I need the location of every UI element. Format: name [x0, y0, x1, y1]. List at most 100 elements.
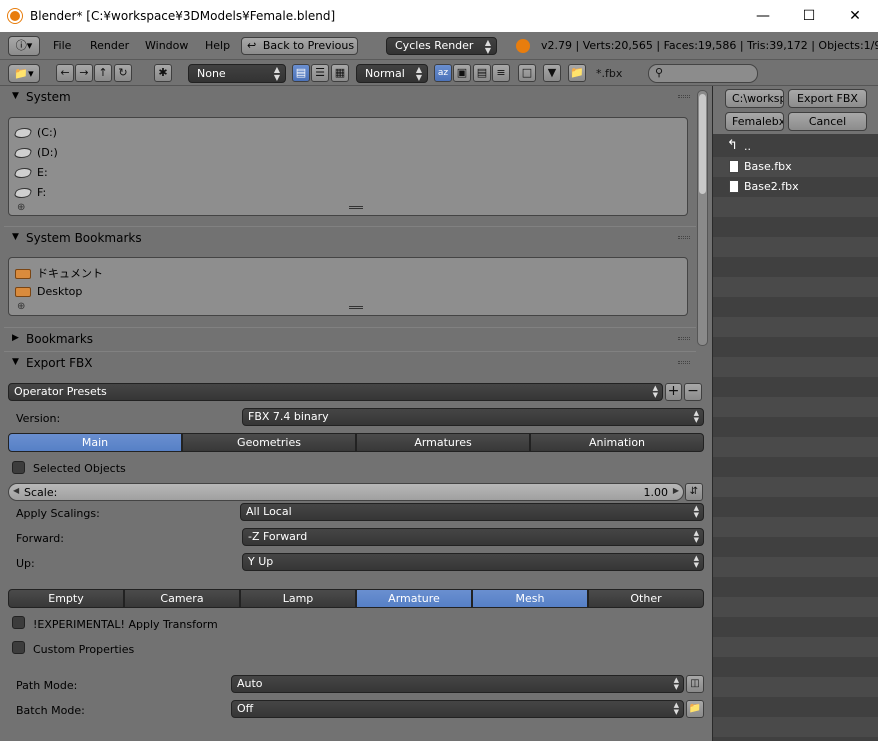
increment-arrow-icon[interactable]: ▶: [673, 486, 679, 495]
object-type-other[interactable]: Other: [588, 589, 704, 608]
forward-icon[interactable]: →: [75, 64, 93, 82]
drive-label: (C:): [37, 126, 57, 139]
disk-icon: [13, 188, 33, 198]
export-fbx-panel-header[interactable]: ▼ Export FBX: [4, 351, 696, 373]
updown-arrows-icon: ▲ ▼: [673, 676, 679, 691]
sort-size-icon[interactable]: ≡: [492, 64, 510, 82]
filename-field[interactable]: Femalebx: [725, 112, 784, 131]
scale-slider[interactable]: ◀ Scale: 1.00 ▶: [8, 483, 684, 501]
embed-textures-icon[interactable]: ◫: [686, 675, 704, 693]
menu-help[interactable]: Help: [205, 39, 230, 52]
apply-scalings-value: All Local: [246, 505, 292, 518]
apply-scalings-select[interactable]: All Local ▲ ▼: [240, 503, 704, 521]
object-type-armature[interactable]: Armature: [356, 589, 472, 608]
sort-time-icon[interactable]: ▤: [473, 64, 491, 82]
maximize-button[interactable]: ☐: [786, 4, 832, 28]
info-editor-type-button[interactable]: ⓘ▾: [8, 36, 40, 56]
apply-transform-checkbox[interactable]: [12, 616, 25, 629]
list-item[interactable]: ↰ ..: [713, 137, 878, 157]
list-item-empty: [713, 437, 878, 457]
menu-window[interactable]: Window: [145, 39, 188, 52]
sidebar-scrollbar[interactable]: [697, 90, 708, 346]
render-engine-select[interactable]: Cycles Render ▲ ▼: [386, 37, 497, 55]
drive-label: E:: [37, 166, 48, 179]
tab-geometries[interactable]: Geometries: [182, 433, 356, 452]
scale-extras-icon[interactable]: ⇵: [685, 483, 703, 501]
title-bar: Blender* [C:¥workspace¥3DModels¥Female.b…: [0, 0, 878, 32]
drive-item-c[interactable]: (C:): [13, 126, 57, 144]
export-fbx-panel-title: Export FBX: [26, 356, 93, 370]
custom-properties-checkbox[interactable]: [12, 641, 25, 654]
refresh-icon[interactable]: ↻: [114, 64, 132, 82]
display-size-select[interactable]: Normal ▲ ▼: [356, 64, 428, 83]
directory-path-field[interactable]: C:\worksp: [725, 89, 784, 108]
batch-mode-select[interactable]: Off ▲ ▼: [231, 700, 684, 718]
add-icon[interactable]: ⊕: [17, 202, 25, 213]
tab-armatures[interactable]: Armatures: [356, 433, 530, 452]
forward-select[interactable]: -Z Forward ▲ ▼: [242, 528, 704, 546]
file-name: Base.fbx: [744, 160, 792, 173]
path-mode-select[interactable]: Auto ▲ ▼: [231, 675, 684, 693]
minimize-button[interactable]: —: [740, 4, 786, 28]
export-fbx-button[interactable]: Export FBX: [788, 89, 867, 108]
updown-arrows-icon: ▲ ▼: [415, 65, 422, 82]
bookmarks-panel-header[interactable]: ▶ Bookmarks: [4, 327, 696, 349]
sort-extension-icon[interactable]: ▣: [453, 64, 471, 82]
list-item[interactable]: Base.fbx: [713, 157, 878, 177]
hide-dot-files-icon[interactable]: □: [518, 64, 536, 82]
updown-arrows-icon: ▲ ▼: [273, 65, 280, 82]
folder-filter-icon[interactable]: 📁: [568, 64, 586, 82]
close-button[interactable]: ✕: [832, 4, 878, 28]
tab-main[interactable]: Main: [8, 433, 182, 452]
thumbnails-icon[interactable]: ▦: [331, 64, 349, 82]
file-icon: [729, 180, 739, 193]
remove-preset-button[interactable]: −: [684, 383, 702, 401]
short-list-icon[interactable]: ▤: [292, 64, 310, 82]
panel-grip-icon[interactable]: [678, 236, 690, 239]
back-to-previous-button[interactable]: ↩ Back to Previous: [241, 37, 358, 55]
list-item-empty: [713, 637, 878, 657]
operator-presets-select[interactable]: Operator Presets ▲ ▼: [8, 383, 663, 401]
panel-grip-icon[interactable]: [678, 95, 690, 98]
recent-select[interactable]: None ▲ ▼: [188, 64, 286, 83]
version-select[interactable]: FBX 7.4 binary ▲ ▼: [242, 408, 704, 426]
object-type-camera[interactable]: Camera: [124, 589, 240, 608]
sidebar-scrollbar-thumb[interactable]: [699, 94, 706, 194]
system-bookmarks-panel-title: System Bookmarks: [26, 231, 142, 245]
path-mode-value: Auto: [237, 677, 263, 690]
back-icon[interactable]: ←: [56, 64, 74, 82]
drive-item-d[interactable]: (D:): [13, 146, 58, 164]
cancel-button[interactable]: Cancel: [788, 112, 867, 131]
updown-arrows-icon: ▲ ▼: [693, 504, 699, 519]
up-select[interactable]: Y Up ▲ ▼: [242, 553, 704, 571]
resize-handle-icon[interactable]: [349, 206, 363, 209]
list-item[interactable]: Base2.fbx: [713, 177, 878, 197]
list-item-empty: [713, 397, 878, 417]
add-preset-button[interactable]: +: [665, 383, 682, 401]
object-type-lamp[interactable]: Lamp: [240, 589, 356, 608]
parent-directory-icon[interactable]: ↑: [94, 64, 112, 82]
object-type-mesh[interactable]: Mesh: [472, 589, 588, 608]
batch-own-dir-icon[interactable]: 📁: [686, 700, 704, 718]
selected-objects-checkbox[interactable]: [12, 461, 25, 474]
sort-alpha-icon[interactable]: az: [434, 64, 452, 82]
decrement-arrow-icon[interactable]: ◀: [13, 486, 19, 495]
system-bookmarks-panel-header[interactable]: ▼ System Bookmarks: [4, 226, 696, 248]
resize-handle-icon[interactable]: [349, 306, 363, 309]
long-list-icon[interactable]: ☰: [311, 64, 329, 82]
back-arrow-icon: ↩: [247, 39, 257, 52]
search-input[interactable]: ⚲: [648, 64, 758, 83]
add-icon[interactable]: ⊕: [17, 301, 25, 312]
editor-type-button[interactable]: 📁▾: [8, 64, 40, 83]
menu-render[interactable]: Render: [90, 39, 129, 52]
menu-file[interactable]: File: [53, 39, 71, 52]
drive-item-e[interactable]: E:: [13, 166, 48, 184]
bookmark-item-documents[interactable]: ドキュメント: [15, 265, 103, 283]
tab-animation[interactable]: Animation: [530, 433, 704, 452]
system-panel-header[interactable]: ▼ System: [4, 86, 696, 108]
panel-grip-icon[interactable]: [678, 337, 690, 340]
object-type-empty[interactable]: Empty: [8, 589, 124, 608]
new-folder-icon[interactable]: ✱: [154, 64, 172, 82]
panel-grip-icon[interactable]: [678, 361, 690, 364]
filter-icon[interactable]: ▼: [543, 64, 561, 82]
